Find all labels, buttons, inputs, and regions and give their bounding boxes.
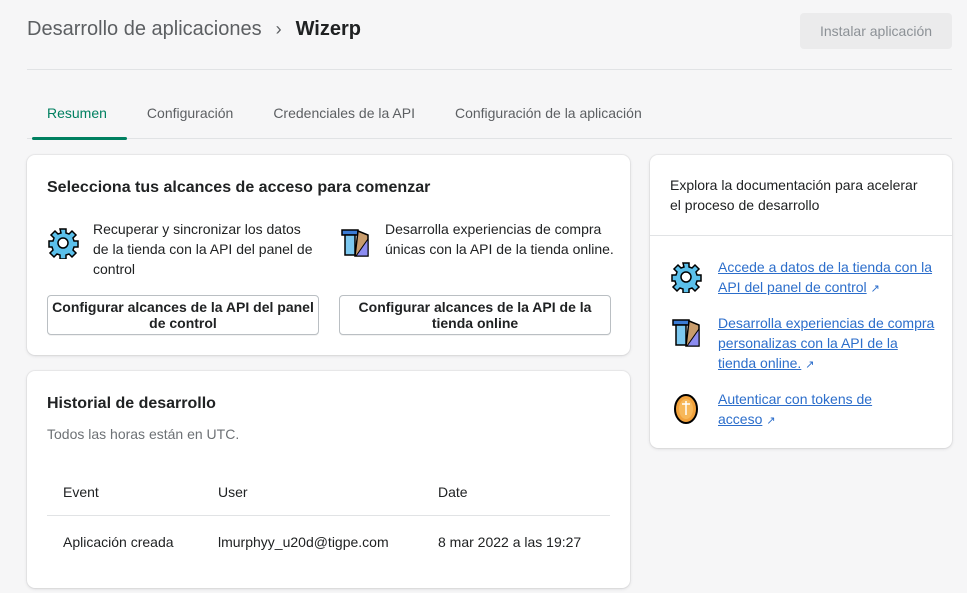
column-header: User [202,469,422,516]
external-link-icon: ↗ [870,283,880,295]
page-title: Wizerp [295,18,361,40]
documentation-card: Explora la documentación para acelerar e… [650,155,952,448]
card-title: Historial de desarrollo [47,395,216,412]
coin-icon [670,393,702,425]
doc-link-storefront-api: Desarrolla experiencias de compra person… [670,313,935,375]
gear-icon [47,227,79,259]
scope-storefront: Desarrolla experiencias de compra únicas… [339,219,619,259]
breadcrumb-link[interactable]: Desarrollo de aplicaciones [27,18,262,41]
external-link-icon: ↗ [766,415,776,427]
tab-credenciales-api[interactable]: Credenciales de la API [253,94,435,139]
doc-link[interactable]: Autenticar con tokens de acceso ↗ [718,389,898,431]
development-history-card: Historial de desarrollo Todos las horas … [27,371,630,588]
scope-description: Desarrolla experiencias de compra únicas… [385,221,614,257]
column-header: Event [47,469,202,516]
doc-link[interactable]: Desarrolla experiencias de compra person… [718,313,935,375]
tab-bar: Resumen Configuración Credenciales de la… [27,94,952,140]
tab-resumen[interactable]: Resumen [27,94,127,140]
gear-icon [670,261,702,293]
scope-description: Recuperar y sincronizar los datos de la … [93,221,313,277]
configure-storefront-api-scopes-button[interactable]: Configurar alcances de la API de la tien… [339,295,611,335]
storefront-pillar-icon [670,317,702,349]
tab-configuracion[interactable]: Configuración [127,94,253,139]
storefront-pillar-icon [339,227,371,259]
history-table: Event User Date Aplicación creada lmurph… [47,469,610,569]
timezone-note: Todos las horas están en UTC. [47,426,240,442]
doc-link-access-tokens: Autenticar con tokens de acceso ↗ [670,389,935,431]
card-title: Selecciona tus alcances de acceso para c… [47,179,431,196]
date-cell: 8 mar 2022 a las 19:27 [438,534,582,551]
table-header-row: Event User Date [47,469,610,516]
table-row: Aplicación creada lmurphyy_u20d@tigpe.co… [47,515,610,569]
user-cell: lmurphyy_u20d@tigpe.com [218,534,389,551]
doc-link-admin-api: Accede a datos de la tienda con la API d… [670,257,935,299]
tab-configuracion-app[interactable]: Configuración de la aplicación [435,94,662,139]
scope-admin: Recuperar y sincronizar los datos de la … [47,219,317,279]
event-cell: Aplicación creada [63,534,174,551]
chevron-right-icon: › [275,19,282,39]
column-header: Date [422,469,610,516]
install-app-button[interactable]: Instalar aplicación [800,13,952,49]
configure-admin-api-scopes-button[interactable]: Configurar alcances de la API del panel … [47,295,319,335]
divider [27,69,952,70]
doc-link[interactable]: Accede a datos de la tienda con la API d… [718,257,935,299]
external-link-icon: ↗ [805,359,815,371]
breadcrumb: Desarrollo de aplicaciones › Wizerp [27,18,361,41]
access-scopes-card: Selecciona tus alcances de acceso para c… [27,155,630,355]
docs-intro: Explora la documentación para acelerar e… [650,155,952,236]
